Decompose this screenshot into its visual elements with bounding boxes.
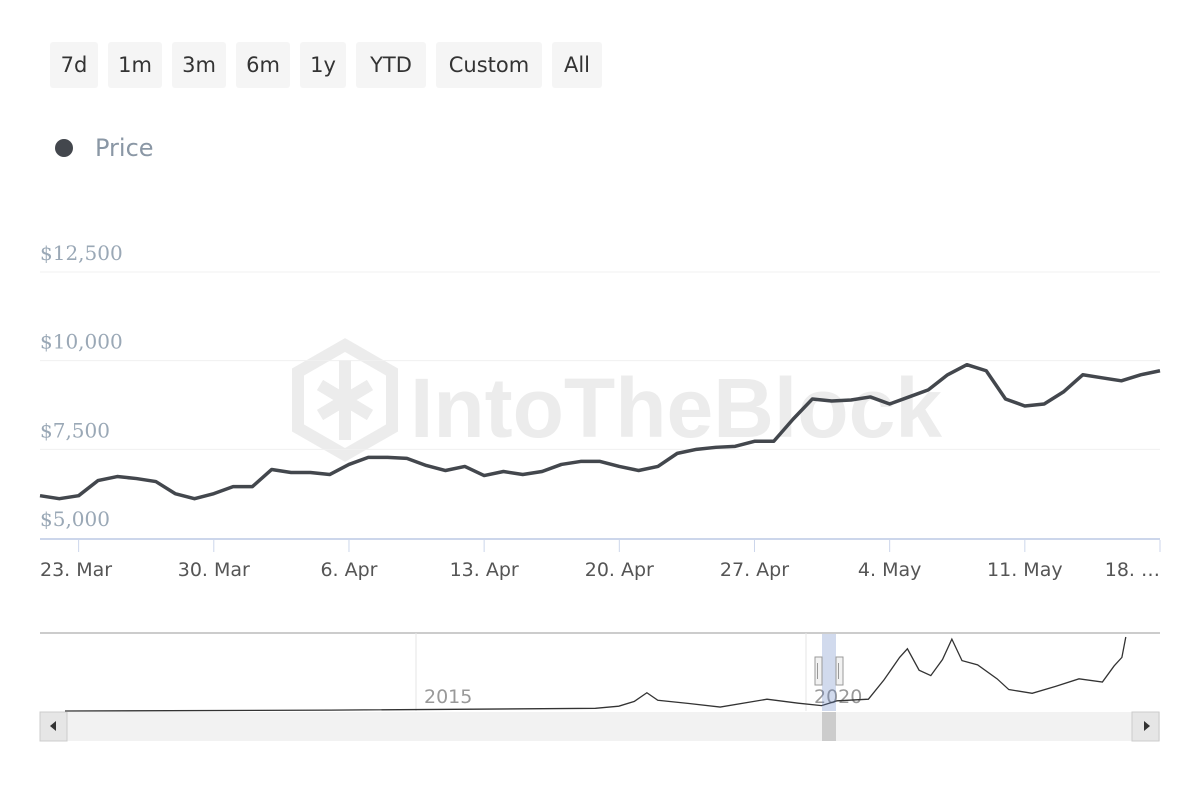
scrollbar-track: [40, 712, 1160, 741]
navigator-right-handle[interactable]: [835, 656, 844, 686]
x-tick-label: 6. Apr: [320, 559, 377, 581]
y-tick-label: $12,500: [40, 241, 123, 265]
watermark-text: IntoTheBlock: [410, 361, 942, 455]
navigator-year-label: 2020: [814, 686, 862, 708]
scrollbar-thumb[interactable]: [822, 712, 836, 741]
y-tick-label: $5,000: [40, 507, 110, 531]
navigator-series-line: [64, 636, 1127, 712]
handle-grip-icon: [835, 656, 844, 686]
x-tick-label: 11. May: [987, 559, 1063, 581]
scrollbar[interactable]: [39, 711, 1160, 742]
x-tick-label: 20. Apr: [585, 559, 654, 581]
price-chart-widget: 7d 1m 3m 6m 1y YTD Custom All Price IntoTheBloc…: [0, 0, 1200, 800]
navigator-left-handle[interactable]: [814, 656, 823, 686]
scroll-right-button[interactable]: [1131, 711, 1160, 742]
y-tick-label: $10,000: [40, 330, 123, 354]
x-tick-label: 23. Mar: [40, 559, 112, 581]
navigator-selected-range: [822, 634, 836, 711]
x-tick-label: 18. …: [1105, 559, 1160, 581]
x-tick-label: 30. Mar: [178, 559, 250, 581]
scroll-left-button[interactable]: [39, 711, 68, 742]
x-tick-label: 4. May: [858, 559, 921, 581]
navigator-year-label: 2015: [424, 686, 472, 708]
x-tick-label: 13. Apr: [450, 559, 519, 581]
chart-svg: IntoTheBlock $5,000 $7,500 $10,000 $12,500 23…: [39, 241, 1161, 742]
watermark-logo-icon: [292, 338, 398, 462]
y-tick-label: $7,500: [40, 418, 110, 442]
x-tick-label: 27. Apr: [720, 559, 789, 581]
handle-grip-icon: [814, 656, 823, 686]
